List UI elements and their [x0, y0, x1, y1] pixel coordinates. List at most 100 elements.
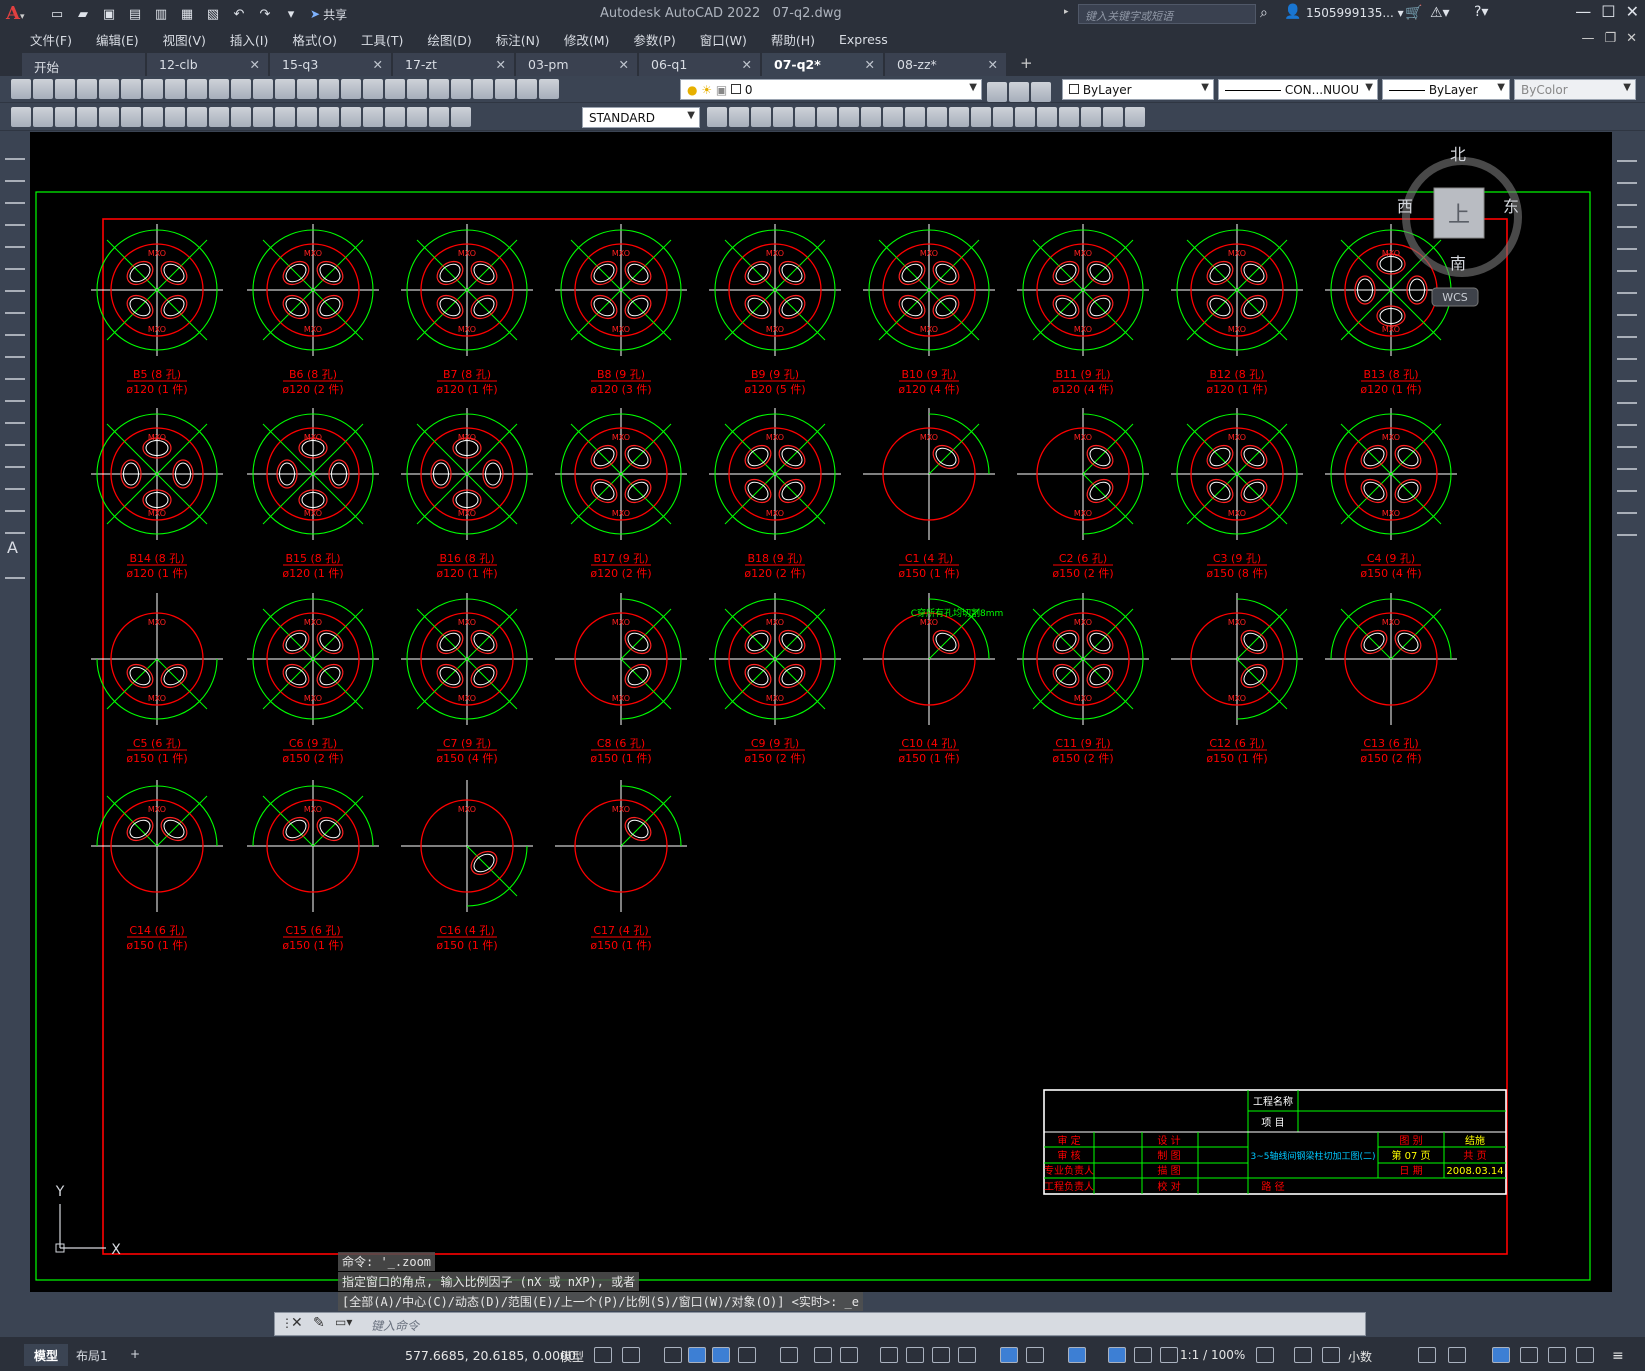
viewcube-south[interactable]: 南	[1450, 254, 1466, 273]
continue-icon[interactable]	[297, 107, 317, 127]
doc-restore-icon[interactable]: ❐	[1604, 31, 1616, 46]
menu-view[interactable]: 视图(V)	[151, 30, 218, 49]
help-icon[interactable]	[517, 79, 537, 99]
grid-icon[interactable]	[594, 1347, 612, 1363]
stretch-icon[interactable]	[1617, 320, 1637, 338]
orbit-icon[interactable]	[1037, 107, 1057, 127]
add-selected-icon[interactable]	[5, 561, 25, 579]
redo-icon[interactable]: ↷	[254, 4, 276, 24]
graphics-performance-icon[interactable]	[1520, 1347, 1538, 1363]
solid-box-icon[interactable]	[729, 107, 749, 127]
new-file-icon[interactable]: ▭	[46, 4, 68, 24]
isolate-objects-icon[interactable]	[1492, 1347, 1510, 1363]
customize-wrench-icon[interactable]: ✎	[313, 1315, 325, 1331]
menu-file[interactable]: 文件(F)	[18, 30, 84, 49]
text-style-dropdown[interactable]: STANDARD ▼	[582, 107, 700, 128]
diameter-icon[interactable]	[209, 107, 229, 127]
break-icon[interactable]	[1617, 408, 1637, 426]
share-button[interactable]: ➤ 共享	[310, 5, 347, 23]
markup-icon[interactable]	[473, 79, 493, 99]
open-icon[interactable]	[33, 79, 53, 99]
fillet-icon[interactable]	[1617, 474, 1637, 492]
view-icon[interactable]	[971, 107, 991, 127]
insert-block-icon[interactable]	[11, 107, 31, 127]
mirror-icon[interactable]	[1617, 188, 1637, 206]
tool-palettes-icon[interactable]	[429, 79, 449, 99]
menu-help[interactable]: 帮助(H)	[759, 30, 827, 49]
layer-previous-icon[interactable]	[1009, 82, 1029, 102]
intersect-icon[interactable]	[839, 107, 859, 127]
menu-window[interactable]: 窗口(W)	[688, 30, 759, 49]
dimension-text-edit-icon[interactable]	[429, 107, 449, 127]
tab-close-icon[interactable]: ✕	[373, 57, 383, 72]
minimize-icon[interactable]: —	[1575, 2, 1591, 21]
join-icon[interactable]	[1617, 430, 1637, 448]
tab-close-icon[interactable]: ✕	[865, 57, 875, 72]
menu-parametric[interactable]: 参数(P)	[621, 30, 687, 49]
copy-icon[interactable]	[187, 79, 207, 99]
user-icon[interactable]: 👤	[1284, 4, 1301, 20]
inspect-icon[interactable]	[363, 107, 383, 127]
isometric-icon[interactable]	[780, 1347, 798, 1363]
region-icon[interactable]	[5, 494, 25, 512]
center-mark-icon[interactable]	[341, 107, 361, 127]
gizmo-icon[interactable]	[1068, 1347, 1086, 1363]
annotation-scale-value[interactable]: 1:1 / 100%	[1180, 1348, 1245, 1362]
construction-line-icon[interactable]	[5, 164, 25, 182]
polygon-icon[interactable]	[5, 208, 25, 226]
search-expand-icon[interactable]: ▸	[1064, 7, 1069, 17]
line-icon[interactable]	[5, 142, 25, 160]
arc-length-icon[interactable]	[121, 107, 141, 127]
offset-icon[interactable]	[1617, 210, 1637, 228]
trim-icon[interactable]	[1617, 342, 1637, 360]
viewcube-north[interactable]: 北	[1450, 145, 1466, 164]
annotation-visibility-icon[interactable]	[1108, 1347, 1126, 1363]
viewcube-west[interactable]: 西	[1397, 197, 1413, 216]
chamfer-icon[interactable]	[1617, 452, 1637, 470]
array-icon[interactable]	[1617, 232, 1637, 250]
layer-properties-icon[interactable]	[539, 79, 559, 99]
plot-icon[interactable]: ▧	[202, 4, 224, 24]
customize-qat-icon[interactable]: ▾	[280, 4, 302, 24]
cart-icon[interactable]: 🛒	[1405, 5, 1422, 21]
dimension-update-icon[interactable]	[451, 107, 471, 127]
point-icon[interactable]	[5, 428, 25, 446]
linetype-dropdown[interactable]: CON...NUOU ▼	[1218, 79, 1378, 100]
tab-03-pm[interactable]: 03-pm ✕	[516, 53, 638, 76]
make-block-icon[interactable]	[33, 107, 53, 127]
model-space-toggle[interactable]: 模型	[560, 1348, 584, 1365]
design-center-icon[interactable]	[407, 79, 427, 99]
plotstyle-dropdown[interactable]: ByColor ▼	[1514, 79, 1636, 100]
shade-icon[interactable]	[993, 107, 1013, 127]
workspace-gear-icon[interactable]	[1256, 1347, 1274, 1363]
revision-cloud-icon[interactable]	[5, 296, 25, 314]
spline-icon[interactable]	[5, 318, 25, 336]
menu-edit[interactable]: 编辑(E)	[84, 30, 151, 49]
zoom-realtime-icon[interactable]	[319, 79, 339, 99]
jogged-linear-icon[interactable]	[385, 107, 405, 127]
maximize-icon[interactable]: ☐	[1601, 2, 1615, 21]
insert-block-icon[interactable]	[5, 384, 25, 402]
redo-icon[interactable]	[275, 79, 295, 99]
menu-tools[interactable]: 工具(T)	[349, 30, 415, 49]
menu-modify[interactable]: 修改(M)	[552, 30, 622, 49]
blend-curves-icon[interactable]	[1617, 496, 1637, 514]
open-file-icon[interactable]: ▰	[72, 4, 94, 24]
interfere-icon[interactable]	[949, 107, 969, 127]
break-at-point-icon[interactable]	[1617, 386, 1637, 404]
undo-icon[interactable]: ↶	[228, 4, 250, 24]
new-icon[interactable]	[11, 79, 31, 99]
save-to-web-icon[interactable]: ▦	[176, 4, 198, 24]
menu-icon[interactable]: ≡	[1612, 1348, 1624, 1364]
zoom-window-icon[interactable]	[341, 79, 361, 99]
tab-close-icon[interactable]: ✕	[742, 57, 752, 72]
save-icon[interactable]: ▣	[98, 4, 120, 24]
search-input[interactable]: 键入关键字或短语	[1078, 4, 1256, 24]
save-as-icon[interactable]: ▤	[124, 4, 146, 24]
open-from-web-icon[interactable]: ▥	[150, 4, 172, 24]
revolve-icon[interactable]	[883, 107, 903, 127]
save-icon[interactable]	[55, 79, 75, 99]
add-layout-icon[interactable]: +	[120, 1344, 150, 1366]
scale-icon[interactable]	[1617, 298, 1637, 316]
menu-insert[interactable]: 插入(I)	[218, 30, 280, 49]
